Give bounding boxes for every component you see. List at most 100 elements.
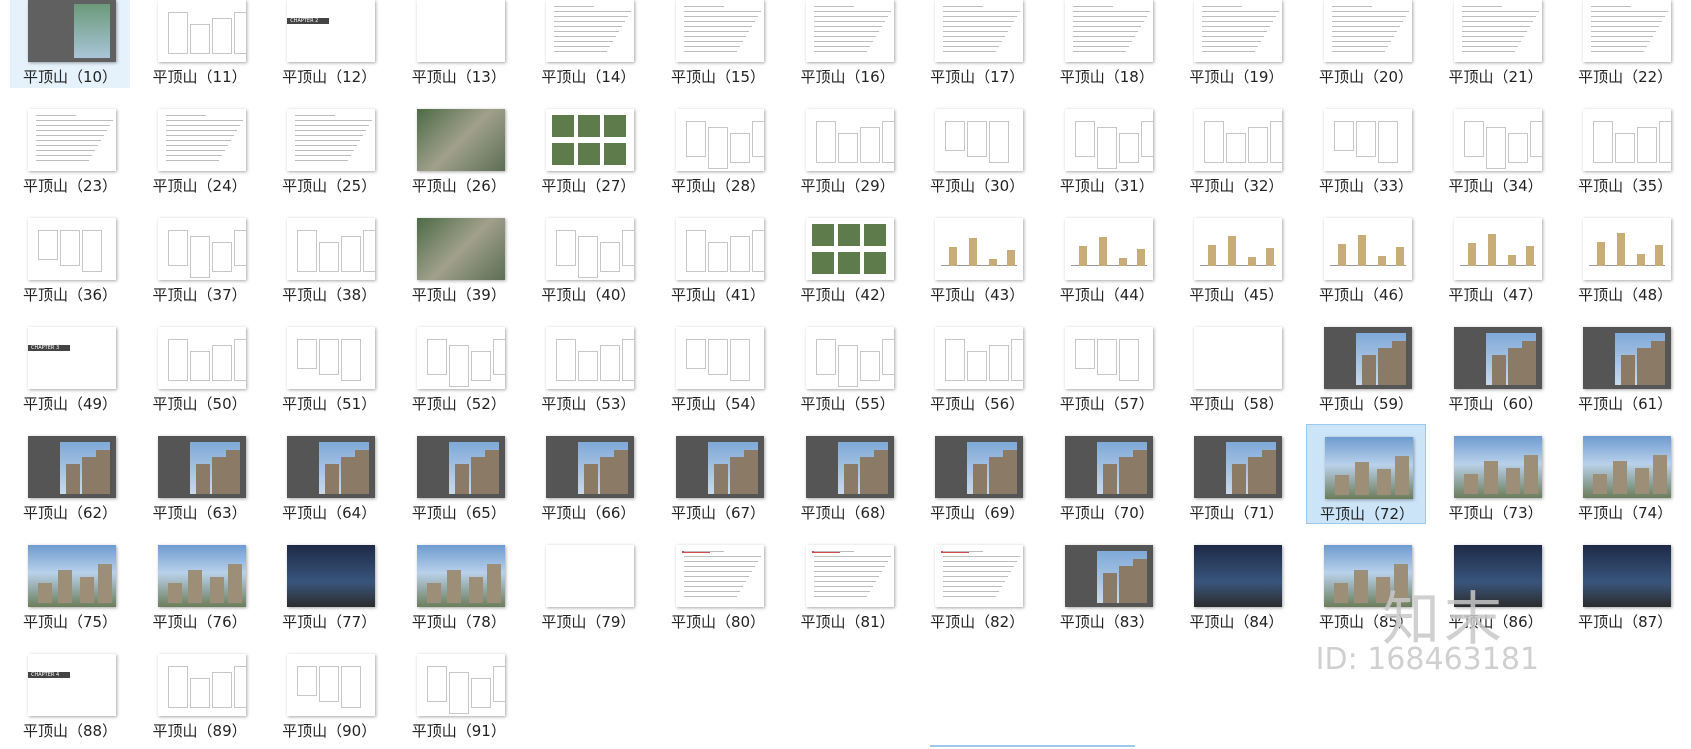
file-name[interactable]: 平顶山（44） xyxy=(1041,284,1173,305)
file-item[interactable]: 平顶山（18） xyxy=(1047,0,1167,88)
file-item[interactable]: 平顶山（20） xyxy=(1306,0,1426,88)
file-thumbnail[interactable] xyxy=(157,218,246,280)
file-thumbnail[interactable] xyxy=(1064,0,1153,62)
file-thumbnail[interactable] xyxy=(1064,327,1153,389)
file-thumbnail[interactable] xyxy=(1453,218,1542,280)
file-thumbnail[interactable] xyxy=(935,109,1024,171)
file-item[interactable]: 平顶山（65） xyxy=(399,424,519,524)
file-name[interactable]: 平顶山（82） xyxy=(911,611,1043,632)
file-name[interactable]: 平顶山（33） xyxy=(1300,175,1432,196)
file-thumbnail[interactable] xyxy=(157,654,246,716)
file-name[interactable]: 平顶山（65） xyxy=(393,502,525,523)
file-name[interactable]: 平顶山（73） xyxy=(1430,502,1562,523)
file-name[interactable]: 平顶山（60） xyxy=(1430,393,1562,414)
file-name[interactable]: 平顶山（46） xyxy=(1300,284,1432,305)
file-item[interactable]: 平顶山（58） xyxy=(1176,315,1296,415)
file-thumbnail[interactable] xyxy=(805,0,894,62)
file-thumbnail[interactable] xyxy=(676,218,764,280)
file-item[interactable]: 平顶山（70） xyxy=(1047,424,1167,524)
file-thumbnail[interactable] xyxy=(157,545,246,607)
file-thumbnail[interactable] xyxy=(1453,0,1542,62)
file-item[interactable]: 平顶山（45） xyxy=(1176,206,1296,306)
file-name[interactable]: 平顶山（68） xyxy=(782,502,914,523)
file-item[interactable]: 平顶山（91） xyxy=(399,642,519,742)
file-thumbnail[interactable] xyxy=(546,327,635,389)
file-item[interactable]: 平顶山（90） xyxy=(269,642,389,742)
file-thumbnail[interactable] xyxy=(1583,545,1672,607)
file-item[interactable]: 平顶山（75） xyxy=(10,533,130,633)
file-item[interactable]: 平顶山（23） xyxy=(10,97,130,197)
file-name[interactable]: 平顶山（81） xyxy=(782,611,914,632)
file-thumbnail[interactable] xyxy=(546,436,635,498)
file-item[interactable]: 平顶山（43） xyxy=(917,206,1037,306)
file-name[interactable]: 平顶山（10） xyxy=(4,66,136,87)
file-name[interactable]: 平顶山（12） xyxy=(263,66,395,87)
file-thumbnail[interactable]: CHAPTER 3 xyxy=(28,327,116,389)
file-item[interactable]: 平顶山（64） xyxy=(269,424,389,524)
file-name[interactable]: 平顶山（79） xyxy=(522,611,654,632)
file-thumbnail[interactable] xyxy=(1064,436,1153,498)
file-thumbnail[interactable] xyxy=(287,654,376,716)
file-item[interactable]: 平顶山（84） xyxy=(1176,533,1296,633)
file-name[interactable]: 平顶山（74） xyxy=(1559,502,1691,523)
file-thumbnail[interactable] xyxy=(1453,327,1542,389)
file-item[interactable]: 平顶山（44） xyxy=(1047,206,1167,306)
file-thumbnail[interactable] xyxy=(416,436,505,498)
file-name[interactable]: 平顶山（25） xyxy=(263,175,395,196)
file-thumbnail[interactable] xyxy=(28,0,116,62)
file-name[interactable]: 平顶山（58） xyxy=(1170,393,1302,414)
file-thumbnail[interactable] xyxy=(1325,437,1413,499)
file-item[interactable]: 平顶山（67） xyxy=(658,424,778,524)
file-name[interactable]: 平顶山（29） xyxy=(782,175,914,196)
file-item[interactable]: 平顶山（77） xyxy=(269,533,389,633)
file-item[interactable]: 平顶山（79） xyxy=(528,533,648,633)
file-name[interactable]: 平顶山（40） xyxy=(522,284,654,305)
file-name[interactable]: 平顶山（35） xyxy=(1559,175,1691,196)
file-thumbnail[interactable] xyxy=(805,109,894,171)
file-item[interactable]: 平顶山（54） xyxy=(658,315,778,415)
file-item[interactable]: 平顶山（25） xyxy=(269,97,389,197)
file-thumbnail[interactable] xyxy=(1583,0,1672,62)
file-name[interactable]: 平顶山（38） xyxy=(263,284,395,305)
file-item[interactable]: 平顶山（21） xyxy=(1436,0,1556,88)
file-name[interactable]: 平顶山（14） xyxy=(522,66,654,87)
file-thumbnail[interactable] xyxy=(157,0,246,62)
file-name[interactable]: 平顶山（21） xyxy=(1430,66,1562,87)
file-thumbnail[interactable] xyxy=(935,545,1024,607)
file-item[interactable]: 平顶山（30） xyxy=(917,97,1037,197)
file-name[interactable]: 平顶山（84） xyxy=(1170,611,1302,632)
file-item[interactable]: 平顶山（78） xyxy=(399,533,519,633)
file-thumbnail[interactable] xyxy=(287,436,376,498)
file-name[interactable]: 平顶山（49） xyxy=(4,393,136,414)
file-item[interactable]: 平顶山（41） xyxy=(658,206,778,306)
file-thumbnail[interactable] xyxy=(676,327,764,389)
file-thumbnail[interactable] xyxy=(935,436,1024,498)
file-item[interactable]: 平顶山（10） xyxy=(10,0,130,88)
file-thumbnail[interactable] xyxy=(1324,109,1412,171)
file-name[interactable]: 平顶山（87） xyxy=(1559,611,1691,632)
file-item[interactable]: 平顶山（56） xyxy=(917,315,1037,415)
file-item[interactable]: CHAPTER 2 平顶山（12） xyxy=(269,0,389,88)
file-item[interactable]: 平顶山（19） xyxy=(1176,0,1296,88)
file-item[interactable]: 平顶山（26） xyxy=(399,97,519,197)
file-name[interactable]: 平顶山（34） xyxy=(1430,175,1562,196)
file-thumbnail[interactable] xyxy=(1453,436,1542,498)
file-name[interactable]: 平顶山（41） xyxy=(652,284,784,305)
file-name[interactable]: 平顶山（48） xyxy=(1559,284,1691,305)
file-item[interactable]: 平顶山（81） xyxy=(788,533,908,633)
file-item[interactable]: 平顶山（33） xyxy=(1306,97,1426,197)
file-name[interactable]: 平顶山（11） xyxy=(134,66,266,87)
file-thumbnail[interactable] xyxy=(416,327,505,389)
file-item[interactable]: 平顶山（34） xyxy=(1436,97,1556,197)
file-item[interactable]: 平顶山（35） xyxy=(1565,97,1685,197)
file-item[interactable]: 平顶山（73） xyxy=(1436,424,1556,524)
file-thumbnail[interactable] xyxy=(28,545,116,607)
file-name[interactable]: 平顶山（64） xyxy=(263,502,395,523)
file-name[interactable]: 平顶山（69） xyxy=(911,502,1043,523)
file-item[interactable]: CHAPTER 3 平顶山（49） xyxy=(10,315,130,415)
file-name[interactable]: 平顶山（89） xyxy=(134,720,266,741)
file-item[interactable]: 平顶山（47） xyxy=(1436,206,1556,306)
file-thumbnail[interactable] xyxy=(1064,109,1153,171)
file-name[interactable]: 平顶山（51） xyxy=(263,393,395,414)
file-thumbnail[interactable] xyxy=(157,109,246,171)
